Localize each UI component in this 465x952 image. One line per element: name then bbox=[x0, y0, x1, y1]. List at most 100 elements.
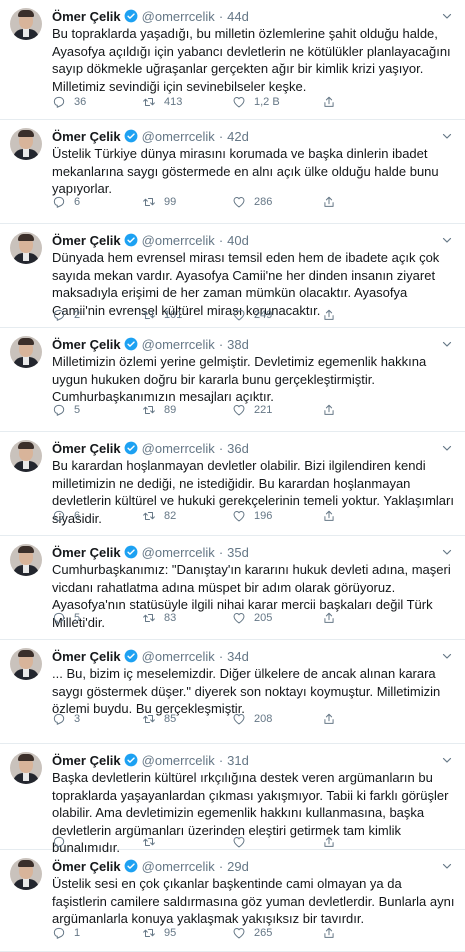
avatar[interactable] bbox=[10, 128, 42, 160]
like-button[interactable]: 249 bbox=[232, 308, 322, 322]
like-count: 208 bbox=[254, 713, 273, 725]
retweet-button[interactable]: 85 bbox=[142, 712, 232, 726]
tweet[interactable]: Ömer Çelik @omerrcelik · 40d Dünyada hem evr… bbox=[0, 224, 465, 328]
tweet[interactable]: Ömer Çelik @omerrcelik · 38d Milletimizin öz… bbox=[0, 328, 465, 432]
avatar[interactable] bbox=[10, 752, 42, 784]
chevron-down-icon[interactable] bbox=[441, 545, 453, 557]
author-name[interactable]: Ömer Çelik bbox=[52, 441, 121, 456]
reply-button[interactable]: 5 bbox=[52, 611, 142, 625]
reply-button[interactable]: 1 bbox=[52, 926, 142, 940]
share-button[interactable] bbox=[322, 308, 342, 322]
author-handle[interactable]: @omerrcelik bbox=[142, 545, 215, 560]
author-handle[interactable]: @omerrcelik bbox=[142, 129, 215, 144]
share-button[interactable] bbox=[322, 509, 342, 523]
chevron-down-icon[interactable] bbox=[441, 233, 453, 245]
chevron-down-icon[interactable] bbox=[441, 859, 453, 871]
share-button[interactable] bbox=[322, 95, 342, 109]
tweet[interactable]: Ömer Çelik @omerrcelik · 36d Bu karardan hoş… bbox=[0, 432, 465, 536]
avatar[interactable] bbox=[10, 544, 42, 576]
author-name[interactable]: Ömer Çelik bbox=[52, 545, 121, 560]
like-button[interactable]: 208 bbox=[232, 712, 322, 726]
tweet-timestamp[interactable]: 29d bbox=[227, 859, 249, 874]
share-button[interactable] bbox=[322, 835, 342, 849]
avatar[interactable] bbox=[10, 440, 42, 472]
like-button[interactable]: 265 bbox=[232, 926, 322, 940]
reply-button[interactable]: 2 bbox=[52, 308, 142, 322]
like-button[interactable]: 286 bbox=[232, 195, 322, 209]
author-name[interactable]: Ömer Çelik bbox=[52, 337, 121, 352]
author-handle[interactable]: @omerrcelik bbox=[142, 441, 215, 456]
reply-button[interactable]: 36 bbox=[52, 95, 142, 109]
share-icon bbox=[322, 712, 344, 726]
reply-button[interactable]: 6 bbox=[52, 195, 142, 209]
tweet-actions bbox=[52, 834, 412, 850]
tweet-timestamp[interactable]: 44d bbox=[227, 9, 249, 24]
author-name[interactable]: Ömer Çelik bbox=[52, 649, 121, 664]
chevron-down-icon[interactable] bbox=[441, 9, 453, 21]
tweet[interactable]: Ömer Çelik @omerrcelik · 34d ... Bu, bizim i… bbox=[0, 640, 465, 744]
tweet-timestamp[interactable]: 40d bbox=[227, 233, 249, 248]
tweet-header: Ömer Çelik @omerrcelik · 44d bbox=[52, 8, 249, 24]
author-name[interactable]: Ömer Çelik bbox=[52, 859, 121, 874]
tweet-timestamp[interactable]: 31d bbox=[227, 753, 249, 768]
chevron-down-icon[interactable] bbox=[441, 441, 453, 453]
reply-button[interactable]: 6 bbox=[52, 509, 142, 523]
author-handle[interactable]: @omerrcelik bbox=[142, 859, 215, 874]
tweet-header: Ömer Çelik @omerrcelik · 36d bbox=[52, 440, 249, 456]
tweet-timestamp[interactable]: 36d bbox=[227, 441, 249, 456]
tweet-timestamp[interactable]: 35d bbox=[227, 545, 249, 560]
like-count: 221 bbox=[254, 404, 273, 416]
chevron-down-icon[interactable] bbox=[441, 337, 453, 349]
share-icon bbox=[322, 403, 344, 417]
reply-button[interactable]: 3 bbox=[52, 712, 142, 726]
share-button[interactable] bbox=[322, 611, 342, 625]
author-name[interactable]: Ömer Çelik bbox=[52, 9, 121, 24]
author-handle[interactable]: @omerrcelik bbox=[142, 753, 215, 768]
retweet-button[interactable] bbox=[142, 835, 232, 849]
share-button[interactable] bbox=[322, 926, 342, 940]
share-button[interactable] bbox=[322, 712, 342, 726]
author-name[interactable]: Ömer Çelik bbox=[52, 129, 121, 144]
like-button[interactable]: 1,2 B bbox=[232, 95, 322, 109]
author-handle[interactable]: @omerrcelik bbox=[142, 649, 215, 664]
retweet-button[interactable]: 99 bbox=[142, 195, 232, 209]
tweet[interactable]: Ömer Çelik @omerrcelik · 42d Üstelik Türkiye… bbox=[0, 120, 465, 224]
avatar[interactable] bbox=[10, 336, 42, 368]
reply-button[interactable]: 5 bbox=[52, 403, 142, 417]
tweet[interactable]: Ömer Çelik @omerrcelik · 29d Üstelik sesi en… bbox=[0, 850, 465, 952]
tweet-actions: 1 95 265 bbox=[52, 925, 412, 941]
avatar[interactable] bbox=[10, 648, 42, 680]
author-name[interactable]: Ömer Çelik bbox=[52, 233, 121, 248]
tweet[interactable]: Ömer Çelik @omerrcelik · 31d Başka devletler… bbox=[0, 744, 465, 855]
like-button[interactable]: 221 bbox=[232, 403, 322, 417]
tweet-timestamp[interactable]: 34d bbox=[227, 649, 249, 664]
share-button[interactable] bbox=[322, 403, 342, 417]
like-button[interactable] bbox=[232, 835, 322, 849]
tweet[interactable]: Ömer Çelik @omerrcelik · 44d Bu topraklarda … bbox=[0, 0, 465, 120]
heart-icon bbox=[232, 712, 254, 726]
author-handle[interactable]: @omerrcelik bbox=[142, 9, 215, 24]
author-name[interactable]: Ömer Çelik bbox=[52, 753, 121, 768]
share-button[interactable] bbox=[322, 195, 342, 209]
like-button[interactable]: 205 bbox=[232, 611, 322, 625]
retweet-button[interactable]: 95 bbox=[142, 926, 232, 940]
avatar[interactable] bbox=[10, 232, 42, 264]
chevron-down-icon[interactable] bbox=[441, 129, 453, 141]
tweet[interactable]: Ömer Çelik @omerrcelik · 35d Cumhurbaşkanımı… bbox=[0, 536, 465, 640]
tweet-timestamp[interactable]: 38d bbox=[227, 337, 249, 352]
reply-button[interactable] bbox=[52, 835, 142, 849]
like-button[interactable]: 196 bbox=[232, 509, 322, 523]
author-handle[interactable]: @omerrcelik bbox=[142, 337, 215, 352]
retweet-count: 83 bbox=[164, 612, 177, 624]
retweet-button[interactable]: 82 bbox=[142, 509, 232, 523]
chevron-down-icon[interactable] bbox=[441, 753, 453, 765]
retweet-button[interactable]: 83 bbox=[142, 611, 232, 625]
retweet-button[interactable]: 413 bbox=[142, 95, 232, 109]
avatar[interactable] bbox=[10, 858, 42, 890]
author-handle[interactable]: @omerrcelik bbox=[142, 233, 215, 248]
retweet-button[interactable]: 89 bbox=[142, 403, 232, 417]
tweet-timestamp[interactable]: 42d bbox=[227, 129, 249, 144]
retweet-button[interactable]: 101 bbox=[142, 308, 232, 322]
avatar[interactable] bbox=[10, 8, 42, 40]
chevron-down-icon[interactable] bbox=[441, 649, 453, 661]
